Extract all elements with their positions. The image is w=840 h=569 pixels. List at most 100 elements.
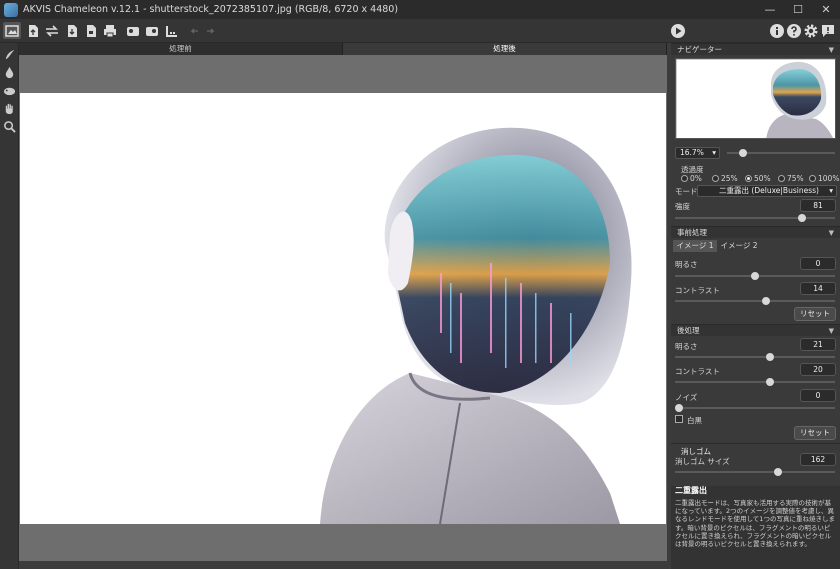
settings-icon[interactable] [802,22,820,39]
chevron-down-icon: ▼ [828,229,834,237]
navigator-header[interactable]: ナビゲーター ▼ [671,43,840,55]
post-brightness-value[interactable]: 21 [800,338,836,351]
open-icon[interactable] [24,22,42,39]
mode-label: モード [675,187,698,196]
strength-slider[interactable] [675,214,835,222]
chevron-down-icon: ▼ [828,46,834,54]
post-brightness-slider[interactable] [675,353,835,361]
radio-icon [712,175,719,182]
minimize-button[interactable]: — [756,0,784,19]
radio-icon [809,175,816,182]
pre-contrast-slider-knob[interactable] [762,297,770,305]
swap-icon[interactable] [43,22,61,39]
window-title: AKVIS Chameleon v.12.1 - shutterstock_20… [23,4,399,15]
post-noise-slider[interactable] [675,404,835,412]
pre-brightness-value[interactable]: 0 [800,257,836,270]
chevron-down-icon: ▾ [712,148,716,157]
radio-label: 75% [787,174,804,183]
post-noise-value[interactable]: 0 [800,389,836,402]
canvas-tabs: 処理前 処理後 [19,43,667,55]
post-contrast-slider-knob[interactable] [766,378,774,386]
brush-icon[interactable] [2,47,17,62]
pre-contrast-label: コントラスト [675,286,720,295]
transparency-0[interactable]: 0% [681,174,702,183]
print-icon[interactable] [101,22,119,39]
transparency-50[interactable]: 50% [745,174,771,183]
transparency-25[interactable]: 25% [712,174,738,183]
bw-label: 白黒 [687,416,702,425]
save-icon[interactable] [63,22,81,39]
zoom-value: 16.7% [680,148,704,157]
news-icon[interactable] [819,22,837,39]
mode-value: 二重露出 (Deluxe|Business) [719,186,819,195]
app-icon [4,2,18,17]
tab-before[interactable]: 処理前 [19,43,343,55]
pre-reset-button[interactable]: リセット [794,307,836,321]
radio-icon [778,175,785,182]
collage-icon[interactable] [143,22,161,39]
zoom-slider[interactable] [727,149,835,157]
toolbar [0,19,840,43]
help-title: 二重露出 [675,486,707,495]
pre-brightness-slider-knob[interactable] [751,272,759,280]
chevron-down-icon: ▼ [828,327,834,335]
transparency-100[interactable]: 100% [809,174,839,183]
zoom-icon[interactable] [2,119,17,134]
maximize-button[interactable]: ☐ [784,0,812,19]
eraser-size-slider-knob[interactable] [774,468,782,476]
post-brightness-slider-knob[interactable] [766,353,774,361]
redo-icon[interactable] [201,22,219,39]
strength-slider-knob[interactable] [798,214,806,222]
transparency-75[interactable]: 75% [778,174,804,183]
tool-strip [0,43,19,569]
title-bar: AKVIS Chameleon v.12.1 - shutterstock_20… [0,0,840,19]
tab-image-2[interactable]: イメージ 2 [717,240,761,252]
chameleon-tool-icon[interactable] [2,83,17,98]
preprocess-header[interactable]: 事前処理 ▼ [671,226,840,238]
chameleon-icon[interactable] [163,22,181,39]
zoom-dropdown[interactable]: 16.7% ▾ [675,147,720,159]
navigator-thumbnail[interactable] [675,58,836,139]
tab-image-1[interactable]: イメージ 1 [673,240,717,252]
pre-contrast-value[interactable]: 14 [800,282,836,295]
pre-brightness-slider[interactable] [675,272,835,280]
layers-icon[interactable] [124,22,142,39]
eraser-size-value[interactable]: 162 [800,453,836,466]
post-noise-label: ノイズ [675,393,698,402]
result-image[interactable] [20,93,666,524]
zoom-slider-knob[interactable] [739,149,747,157]
help-icon[interactable] [785,22,803,39]
navigator-title: ナビゲーター [677,45,722,54]
post-contrast-label: コントラスト [675,367,720,376]
tab-after[interactable]: 処理後 [343,43,667,55]
home-icon[interactable] [3,22,21,39]
divider [671,443,840,444]
info-icon[interactable] [768,22,786,39]
hand-icon[interactable] [2,101,17,116]
post-noise-slider-knob[interactable] [675,404,683,412]
radio-label: 0% [690,174,702,183]
run-icon[interactable] [669,22,687,39]
radio-icon [681,175,688,182]
mode-dropdown[interactable]: 二重露出 (Deluxe|Business) ▾ [697,185,837,197]
strength-value[interactable]: 81 [800,199,836,212]
radio-label: 50% [754,174,771,183]
export-icon[interactable] [82,22,100,39]
postprocess-header[interactable]: 後処理 ▼ [671,324,840,336]
close-button[interactable]: ✕ [812,0,840,19]
preprocess-title: 事前処理 [677,228,707,237]
drop-icon[interactable] [2,65,17,80]
chevron-down-icon: ▾ [829,186,833,195]
post-reset-button[interactable]: リセット [794,426,836,440]
strength-label: 強度 [675,202,690,211]
post-contrast-slider[interactable] [675,378,835,386]
post-brightness-label: 明るさ [675,342,698,351]
post-contrast-value[interactable]: 20 [800,363,836,376]
eraser-size-label: 消しゴム サイズ [675,457,730,466]
pre-brightness-label: 明るさ [675,260,698,269]
bw-checkbox[interactable] [675,415,683,423]
eraser-size-slider[interactable] [675,468,835,476]
pre-contrast-slider[interactable] [675,297,835,305]
settings-panel: ナビゲーター ▼ 16.7% ▾ 透過度 0% 25% 50% 75% 100% [671,43,840,569]
radio-label: 100% [818,174,840,183]
